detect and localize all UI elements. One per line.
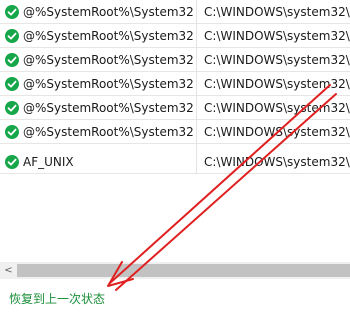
list-item[interactable]: @%SystemRoot%\System32... C:\WINDOWS\sys… (0, 120, 350, 144)
footer: 恢复到上一次状态 (0, 279, 350, 317)
item-path: C:\WINDOWS\system32\m (204, 101, 350, 115)
horizontal-scrollbar[interactable]: < (0, 262, 350, 279)
restore-previous-state-link[interactable]: 恢复到上一次状态 (9, 291, 105, 307)
item-name: @%SystemRoot%\System32... (23, 101, 195, 115)
check-circle-icon (5, 155, 19, 169)
item-path: C:\WINDOWS\system32\m (204, 5, 350, 19)
check-circle-icon (5, 5, 19, 19)
item-name: AF_UNIX (23, 155, 74, 169)
provider-list: @%SystemRoot%\System32... C:\WINDOWS\sys… (0, 0, 350, 262)
item-name: @%SystemRoot%\System32... (23, 125, 195, 139)
scroll-left-icon[interactable]: < (0, 262, 17, 279)
list-item[interactable]: @%SystemRoot%\System32... C:\WINDOWS\sys… (0, 24, 350, 48)
check-circle-icon (5, 53, 19, 67)
item-path: C:\WINDOWS\system32\m (204, 29, 350, 43)
check-circle-icon (5, 125, 19, 139)
list-item[interactable]: @%SystemRoot%\System32... C:\WINDOWS\sys… (0, 0, 350, 24)
check-circle-icon (5, 101, 19, 115)
check-circle-icon (5, 77, 19, 91)
item-path: C:\WINDOWS\system32\m (204, 53, 350, 67)
item-name: @%SystemRoot%\System32... (23, 53, 195, 67)
item-path: C:\WINDOWS\system32\m (204, 125, 350, 139)
list-item[interactable]: @%SystemRoot%\System32... C:\WINDOWS\sys… (0, 48, 350, 72)
item-name: @%SystemRoot%\System32... (23, 77, 195, 91)
check-circle-icon (5, 29, 19, 43)
item-name: @%SystemRoot%\System32... (23, 5, 195, 19)
list-item[interactable]: @%SystemRoot%\System32... C:\WINDOWS\sys… (0, 96, 350, 120)
window: @%SystemRoot%\System32... C:\WINDOWS\sys… (0, 0, 350, 317)
list-item[interactable]: AF_UNIX C:\WINDOWS\system32\m (0, 150, 350, 174)
scrollbar-thumb[interactable] (17, 264, 350, 277)
list-item[interactable]: @%SystemRoot%\System32... C:\WINDOWS\sys… (0, 72, 350, 96)
item-path: C:\WINDOWS\system32\m (204, 77, 350, 91)
item-path: C:\WINDOWS\system32\m (204, 155, 350, 169)
item-name: @%SystemRoot%\System32... (23, 29, 195, 43)
